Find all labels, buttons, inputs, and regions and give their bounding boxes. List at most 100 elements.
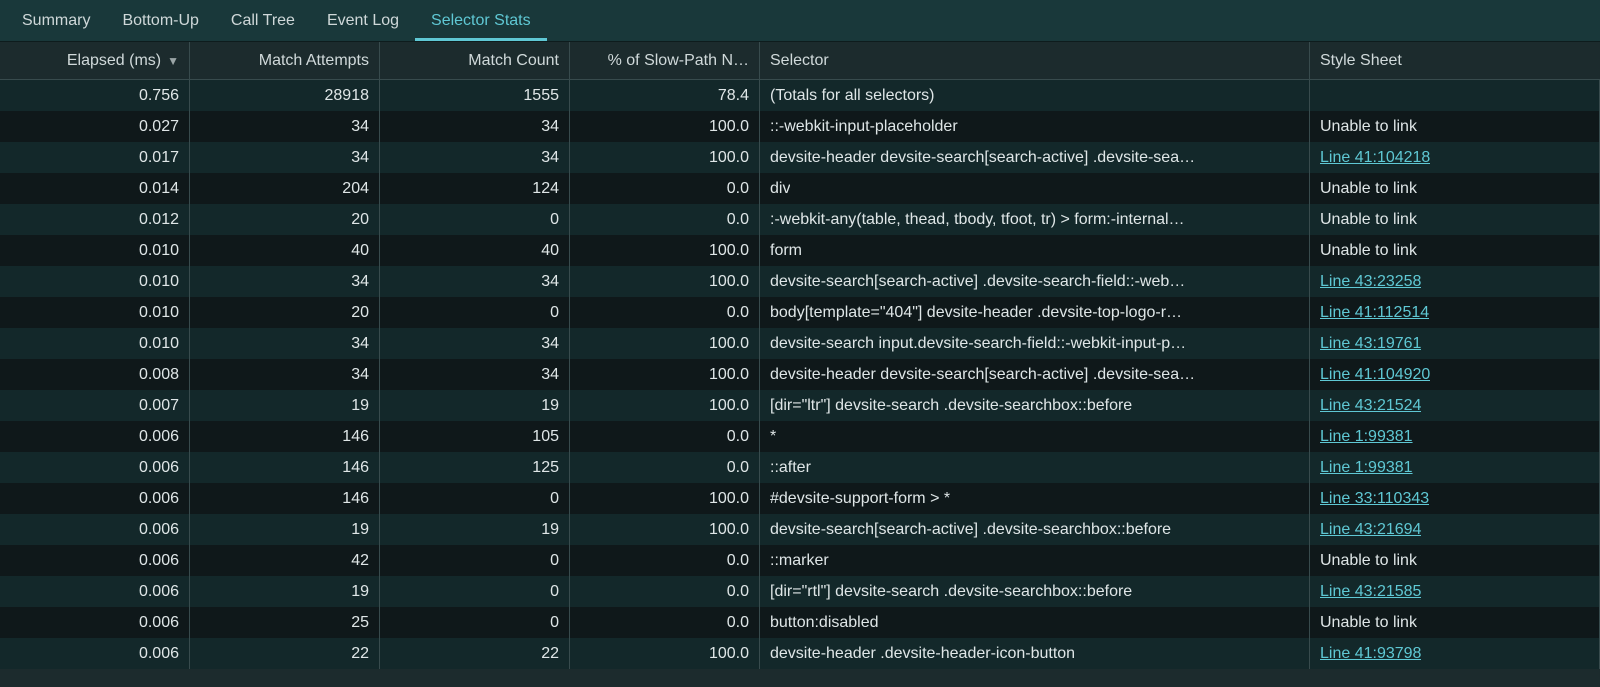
cell-attempts: 20 [190,297,380,328]
cell-pct-text: 0.0 [727,614,749,632]
cell-pct: 0.0 [570,173,760,204]
stylesheet-link[interactable]: Line 43:23258 [1320,273,1421,291]
stylesheet-link[interactable]: Line 43:21524 [1320,397,1421,415]
tab-bottom-up[interactable]: Bottom-Up [106,0,214,41]
cell-stylesheet-text: Unable to link [1320,552,1417,570]
cell-selector-text: devsite-header devsite-search[search-act… [770,366,1195,384]
table-row[interactable]: 0.0061460100.0#devsite-support-form > *L… [0,483,1600,514]
column-header-pct[interactable]: % of Slow-Path N… [570,42,760,79]
cell-selector-text: form [770,242,802,260]
cell-selector: devsite-header devsite-search[search-act… [760,142,1310,173]
cell-elapsed-text: 0.014 [139,180,179,198]
table-row[interactable]: 0.0061461250.0::afterLine 1:99381 [0,452,1600,483]
tab-selector-stats[interactable]: Selector Stats [415,0,547,41]
table-row[interactable]: 0.0061919100.0devsite-search[search-acti… [0,514,1600,545]
column-header-elapsed[interactable]: Elapsed (ms)▼ [0,42,190,79]
table-row[interactable]: 0.0062500.0button:disabledUnable to link [0,607,1600,638]
cell-attempts-text: 19 [351,583,369,601]
table-row[interactable]: 0.0083434100.0devsite-header devsite-sea… [0,359,1600,390]
table-row[interactable]: 0.0122000.0:-webkit-any(table, thead, tb… [0,204,1600,235]
table-row[interactable]: 0.0103434100.0devsite-search[search-acti… [0,266,1600,297]
stylesheet-link[interactable]: Line 43:21585 [1320,583,1421,601]
cell-attempts: 42 [190,545,380,576]
table-row[interactable]: 0.0273434100.0::-webkit-input-placeholde… [0,111,1600,142]
stylesheet-link[interactable]: Line 43:19761 [1320,335,1421,353]
cell-stylesheet: Line 43:21524 [1310,390,1600,421]
column-header-selector[interactable]: Selector [760,42,1310,79]
cell-pct-text: 100.0 [709,397,749,415]
table-header-row: Elapsed (ms)▼Match AttemptsMatch Count% … [0,42,1600,80]
tab-event-log[interactable]: Event Log [311,0,415,41]
cell-attempts: 34 [190,111,380,142]
cell-pct-text: 0.0 [727,552,749,570]
table-row[interactable]: 0.0062222100.0devsite-header .devsite-he… [0,638,1600,669]
table-row[interactable]: 0.0071919100.0[dir="ltr"] devsite-search… [0,390,1600,421]
cell-attempts-text: 42 [351,552,369,570]
table-row[interactable]: 0.0142041240.0divUnable to link [0,173,1600,204]
cell-pct: 100.0 [570,390,760,421]
column-header-label: Selector [770,52,829,70]
column-header-attempts[interactable]: Match Attempts [190,42,380,79]
cell-selector-text: :-webkit-any(table, thead, tbody, tfoot,… [770,211,1185,229]
cell-elapsed: 0.006 [0,421,190,452]
selector-stats-table: Elapsed (ms)▼Match AttemptsMatch Count% … [0,42,1600,669]
table-row[interactable]: 0.0061900.0[dir="rtl"] devsite-search .d… [0,576,1600,607]
cell-selector: div [760,173,1310,204]
cell-pct-text: 100.0 [709,118,749,136]
cell-attempts-text: 28918 [325,87,370,105]
stylesheet-link[interactable]: Line 41:112514 [1320,304,1429,322]
cell-elapsed-text: 0.017 [139,149,179,167]
stylesheet-link[interactable]: Line 33:110343 [1320,490,1429,508]
tab-summary[interactable]: Summary [6,0,106,41]
cell-pct: 100.0 [570,266,760,297]
cell-elapsed: 0.010 [0,328,190,359]
cell-attempts-text: 25 [351,614,369,632]
cell-attempts: 34 [190,328,380,359]
cell-stylesheet-text: Unable to link [1320,614,1417,632]
cell-pct: 100.0 [570,514,760,545]
stylesheet-link[interactable]: Line 43:21694 [1320,521,1421,539]
table-row[interactable]: 0.75628918155578.4(Totals for all select… [0,80,1600,111]
cell-elapsed: 0.006 [0,607,190,638]
table-row[interactable]: 0.0061461050.0*Line 1:99381 [0,421,1600,452]
cell-stylesheet: Line 43:21694 [1310,514,1600,545]
cell-count-text: 0 [550,583,559,601]
cell-count-text: 34 [541,273,559,291]
cell-attempts-text: 34 [351,335,369,353]
cell-elapsed: 0.006 [0,514,190,545]
table-row[interactable]: 0.0104040100.0formUnable to link [0,235,1600,266]
cell-selector: ::-webkit-input-placeholder [760,111,1310,142]
stylesheet-link[interactable]: Line 41:93798 [1320,645,1421,663]
cell-attempts: 19 [190,576,380,607]
cell-stylesheet: Line 43:21585 [1310,576,1600,607]
stylesheet-link[interactable]: Line 1:99381 [1320,428,1413,446]
table-row[interactable]: 0.0102000.0body[template="404"] devsite-… [0,297,1600,328]
stylesheet-link[interactable]: Line 41:104218 [1320,149,1430,167]
cell-pct-text: 100.0 [709,242,749,260]
cell-count-text: 125 [532,459,559,477]
cell-count: 124 [380,173,570,204]
cell-count: 105 [380,421,570,452]
cell-count: 125 [380,452,570,483]
cell-elapsed: 0.010 [0,235,190,266]
cell-stylesheet: Line 41:112514 [1310,297,1600,328]
table-row[interactable]: 0.0173434100.0devsite-header devsite-sea… [0,142,1600,173]
table-row[interactable]: 0.0064200.0::markerUnable to link [0,545,1600,576]
stylesheet-link[interactable]: Line 1:99381 [1320,459,1413,477]
cell-pct: 100.0 [570,359,760,390]
column-header-count[interactable]: Match Count [380,42,570,79]
tab-call-tree[interactable]: Call Tree [215,0,311,41]
cell-stylesheet: Line 41:93798 [1310,638,1600,669]
cell-count-text: 0 [550,552,559,570]
cell-pct-text: 100.0 [709,149,749,167]
stylesheet-link[interactable]: Line 41:104920 [1320,366,1430,384]
cell-stylesheet: Line 43:19761 [1310,328,1600,359]
cell-pct: 0.0 [570,421,760,452]
cell-elapsed: 0.006 [0,452,190,483]
cell-count: 1555 [380,80,570,111]
cell-stylesheet: Line 1:99381 [1310,421,1600,452]
cell-count-text: 19 [541,397,559,415]
cell-elapsed-text: 0.010 [139,304,179,322]
column-header-sheet[interactable]: Style Sheet [1310,42,1600,79]
table-row[interactable]: 0.0103434100.0devsite-search input.devsi… [0,328,1600,359]
